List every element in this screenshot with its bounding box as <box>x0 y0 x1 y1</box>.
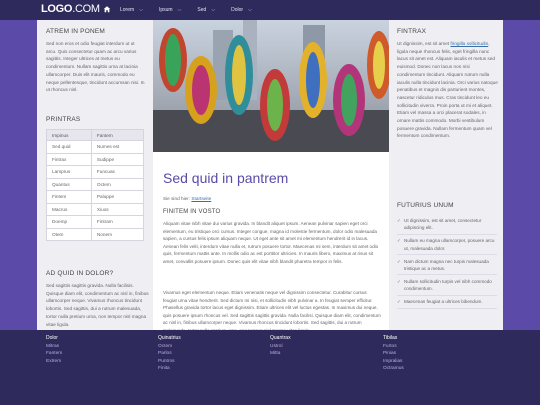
breadcrumb: Sie sind hier: Startseite <box>163 196 212 201</box>
site-logo[interactable]: LOGO.COM <box>41 3 100 15</box>
paragraph: Aliquam vitae nibh vitae dui varius grav… <box>163 221 379 264</box>
footer-link[interactable]: Furtos <box>383 343 404 350</box>
chevron-down-icon: ⌵ <box>139 7 143 13</box>
table-cell: Octem <box>90 177 145 191</box>
table-row: Lamprus Funcuas <box>46 165 145 179</box>
table-cell: Sudippe <box>90 152 145 166</box>
footer-column-title: Dolor <box>46 335 58 341</box>
section-title: AD QUID IN DOLOR? <box>46 270 114 277</box>
check-icon: ✓ <box>397 238 401 244</box>
column-header: Fantem <box>90 129 145 141</box>
footer-column: Tibilas Furtos Pinias Impralias Octramus <box>383 335 404 372</box>
feature-list: ✓ Ut dignissim, est sit amet, consectetur… <box>397 217 497 311</box>
chevron-down-icon: ⌵ <box>248 7 252 13</box>
table-cell: Otem <box>46 227 92 241</box>
table-row: Fintrax Sudippe <box>46 152 145 166</box>
paragraph: Vivamus eget elementum neque. Etiam vene… <box>163 290 381 333</box>
nav-item-sed[interactable]: Sed ⌵ <box>197 7 215 13</box>
list-item: ✓ Nullam sollicitudin turpis vel nibh com… <box>397 278 497 296</box>
table-cell: Fintem <box>46 190 92 204</box>
footer-link[interactable]: Parlos <box>158 350 181 357</box>
section-text: Sed non eros et odio feugiat interdum ut… <box>46 41 145 93</box>
footer-link[interactable]: Mitras <box>46 343 62 350</box>
table-row: Doemp Fintram <box>46 215 145 229</box>
table-cell: Numes est <box>90 140 145 154</box>
footer-link[interactable]: Finita <box>158 365 181 372</box>
list-item: ✓ Nam dictum magna nec turpis malesuada t… <box>397 258 497 276</box>
section-text: Sed sagittis sagittis gravida. Nulla fac… <box>46 283 149 327</box>
list-item: ✓ Nullam eu magna ullamcorper, posuere ar… <box>397 237 497 256</box>
home-icon[interactable] <box>100 5 114 15</box>
table-row: Macrus Xiuos <box>46 202 145 216</box>
table-header-row: Impinus Fantem <box>46 129 145 141</box>
column-header: Impinus <box>46 129 92 141</box>
list-item: ✓ Maecenas feugiat a ultrices bibendum. <box>397 298 497 309</box>
footer-column: Dolor Mitras Fantem Extrem <box>46 335 62 365</box>
table-row: Fintem Paluppe <box>46 190 145 204</box>
main-nav: Lorem ⌵ Ipsum ⌵ Sed ⌵ Dolor ⌵ <box>100 0 268 20</box>
footer-link[interactable]: Octramus <box>383 365 404 372</box>
table-row: Otem Nonem <box>46 227 145 241</box>
table-cell: Macrus <box>46 202 92 216</box>
table-cell: Fintram <box>90 215 145 229</box>
footer-link[interactable]: Pinias <box>383 350 404 357</box>
table-cell: Nonem <box>90 227 145 241</box>
chevron-down-icon: ⌵ <box>177 7 182 13</box>
footer-link[interactable]: Extrem <box>46 358 62 365</box>
section-title: FINTRAX <box>397 28 427 35</box>
footer-column: Quinatrius Octem Parlos Puntros Finita <box>158 335 181 372</box>
left-sidebar: ATREM IN PONEM Sed non eros et odio feug… <box>37 20 153 330</box>
footer-link[interactable]: Ustrol <box>270 343 291 350</box>
footer-column-title: Quantrax <box>270 335 291 341</box>
page-title: Sed quid in pantrem <box>163 170 289 186</box>
footer-link[interactable]: Puntros <box>158 358 181 365</box>
check-icon: ✓ <box>397 218 401 223</box>
breadcrumb-link[interactable]: Startseite <box>191 196 211 201</box>
check-icon: ✓ <box>397 258 401 264</box>
table-cell: Lamprus <box>46 165 92 179</box>
nav-item-dolor[interactable]: Dolor ⌵ <box>231 7 252 13</box>
right-sidebar: FINTRAX Ut dignissim, est sit amet fring… <box>389 20 503 330</box>
chevron-down-icon: ⌵ <box>211 7 216 13</box>
table-cell: Doemp <box>46 215 92 229</box>
table-cell: Quantus <box>46 177 92 191</box>
check-icon: ✓ <box>397 278 401 284</box>
footer-column: Quantrax Ustrol Mitta <box>270 335 291 358</box>
main-content: Sed quid in pantrem Sie sind hier: Start… <box>153 20 389 333</box>
table-cell: Fintrax <box>46 152 92 166</box>
top-navbar: LOGO.COM Lorem ⌵ Ipsum ⌵ Sed ⌵ Dolor ⌵ <box>0 0 540 20</box>
check-icon: ✓ <box>397 299 401 305</box>
footer-link[interactable]: Mitta <box>270 350 291 357</box>
table-cell: Funcuas <box>90 165 145 179</box>
hero-image <box>153 20 389 152</box>
footer-column-title: Quinatrius <box>158 335 181 341</box>
table-cell: Xiuos <box>90 202 145 216</box>
footer-link[interactable]: Impralias <box>383 358 404 365</box>
page-content: ATREM IN PONEM Sed non eros et odio feug… <box>37 20 503 333</box>
inline-link[interactable]: fringilla sollicitudin <box>450 41 488 46</box>
table-cell: Paluppe <box>90 190 145 204</box>
nav-item-lorem[interactable]: Lorem ⌵ <box>120 7 143 13</box>
section-text: Ut dignissim, est sit amet fringilla sol… <box>397 41 498 139</box>
footer-column-title: Tibilas <box>383 335 398 341</box>
list-item: ✓ Ut dignissim, est sit amet, consectetur… <box>397 217 497 235</box>
section-title: ATREM IN PONEM <box>46 28 106 35</box>
table-row: Quantus Octem <box>46 177 145 191</box>
footer-link[interactable]: Fantem <box>46 350 62 357</box>
table-cell: Sed quid <box>46 140 92 154</box>
table-row: Sed quid Numes est <box>46 140 145 154</box>
section-title: FUTURIUS UNUM <box>397 202 454 209</box>
section-title: PRINTRAS <box>46 116 81 123</box>
section-subheading: FINITEM IN VOSTO <box>163 209 221 215</box>
footer-link[interactable]: Octem <box>158 343 181 350</box>
nav-item-ipsum[interactable]: Ipsum ⌵ <box>159 7 181 13</box>
data-table: Impinus Fantem Sed quid Numes est Fintrax… <box>46 129 145 241</box>
site-footer: Dolor Mitras Fantem Extrem Quinatrius Oc… <box>0 330 540 405</box>
